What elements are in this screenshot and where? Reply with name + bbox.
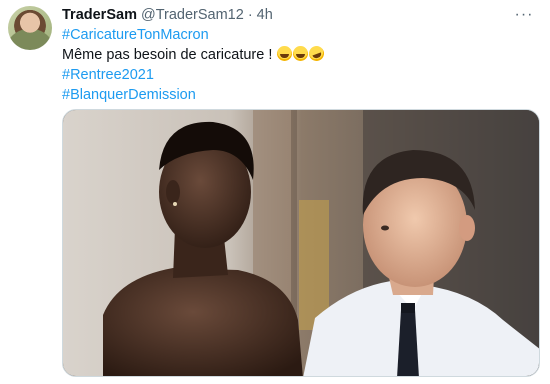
tweet-header: TraderSam @TraderSam12 · 4h bbox=[62, 5, 540, 25]
tweet-text: Même pas besoin de caricature ! bbox=[62, 47, 273, 63]
user-handle[interactable]: @TraderSam12 bbox=[141, 5, 244, 25]
tweet-text-line: Même pas besoin de caricature ! bbox=[62, 43, 540, 65]
more-options-icon[interactable]: ··· bbox=[512, 5, 536, 25]
face-with-tears-of-joy-icon bbox=[293, 46, 309, 61]
hashtag-text[interactable]: #CaricatureTonMacron bbox=[62, 27, 209, 43]
hashtag-text[interactable]: #Rentree2021 bbox=[62, 67, 154, 83]
face-with-tears-of-joy-icon bbox=[277, 46, 293, 61]
hashtag-blanquerdemission[interactable]: #BlanquerDemission bbox=[62, 85, 540, 105]
hashtag-text[interactable]: #BlanquerDemission bbox=[62, 87, 196, 103]
separator-dot: · bbox=[247, 7, 253, 23]
profile-avatar[interactable] bbox=[8, 6, 52, 50]
display-name[interactable]: TraderSam bbox=[62, 5, 137, 25]
tweet-photo[interactable] bbox=[62, 109, 540, 377]
rolling-on-the-floor-laughing-icon bbox=[307, 43, 327, 64]
hashtag-rentree2021[interactable]: #Rentree2021 bbox=[62, 65, 540, 85]
tweet-card[interactable]: TraderSam @TraderSam12 · 4h ··· #Caricat… bbox=[0, 0, 550, 384]
timestamp[interactable]: 4h bbox=[257, 5, 273, 25]
photo-illustration bbox=[63, 110, 539, 376]
tweet-content: TraderSam @TraderSam12 · 4h ··· #Caricat… bbox=[62, 5, 540, 105]
hashtag-caricaturetonmacron[interactable]: #CaricatureTonMacron bbox=[62, 25, 540, 45]
